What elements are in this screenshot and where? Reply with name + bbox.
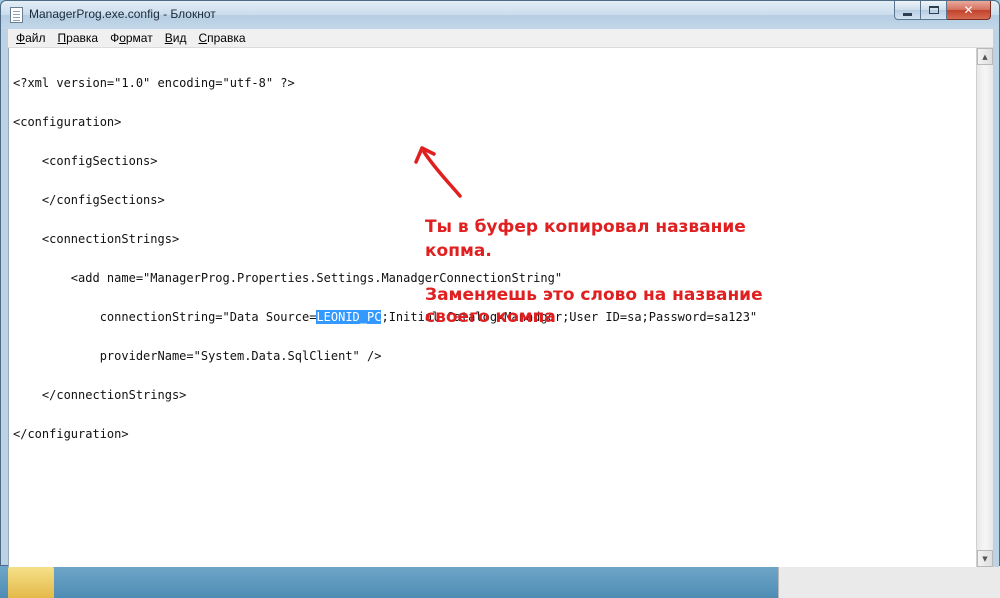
title-bar[interactable]: ManagerProg.exe.config - Блокнот ✕ xyxy=(1,1,999,29)
annotation-arrow xyxy=(414,146,462,198)
selected-text[interactable]: LEONID_PC xyxy=(316,310,382,324)
menu-edit-label: равка xyxy=(66,31,99,45)
menu-view-mnemonic: В xyxy=(164,31,173,45)
annotation-line: копма. xyxy=(425,241,492,261)
code-line: <configuration> xyxy=(13,115,122,129)
code-line: <configSections> xyxy=(13,154,158,168)
background-window[interactable] xyxy=(778,566,1000,598)
desktop-folder-icon[interactable] xyxy=(8,566,54,598)
menu-format-mnemonic: о xyxy=(119,31,126,45)
annotation-line: Заменяешь это слово на название xyxy=(425,285,763,305)
menu-help[interactable]: Справка xyxy=(192,29,251,47)
window-controls: ✕ xyxy=(894,1,991,21)
window-frame xyxy=(993,29,999,567)
menu-view-label: ид xyxy=(172,31,187,45)
menu-format[interactable]: Формат xyxy=(104,29,159,47)
menu-edit[interactable]: Правка xyxy=(52,29,105,47)
menu-help-mnemonic: С xyxy=(198,31,208,45)
maximize-button[interactable] xyxy=(921,1,947,20)
connection-string-prefix: connectionString="Data Source= xyxy=(13,310,317,324)
menu-view[interactable]: Вид xyxy=(159,29,193,47)
vertical-scrollbar[interactable]: ▲ ▼ xyxy=(976,48,993,567)
maximize-icon xyxy=(928,6,939,14)
code-line: <?xml version="1.0" encoding="utf-8" ?> xyxy=(13,76,295,90)
annotation-line: своего компа xyxy=(425,307,556,327)
close-button[interactable]: ✕ xyxy=(947,1,991,20)
scroll-down-icon[interactable]: ▼ xyxy=(977,550,993,567)
code-line-connection-string: connectionString="Data Source=LEONID_PC;… xyxy=(13,310,757,324)
code-line: </configuration> xyxy=(13,427,129,441)
annotation-line: Ты в буфер копировал название xyxy=(425,217,746,237)
minimize-button[interactable] xyxy=(894,1,921,20)
code-line: </configSections> xyxy=(13,193,165,207)
menu-format-label: рмат xyxy=(125,31,153,45)
menu-file-mnemonic: Ф xyxy=(16,31,26,45)
code-line: providerName="System.Data.SqlClient" /> xyxy=(13,349,382,363)
menu-format-pre: Ф xyxy=(110,31,120,45)
window-title: ManagerProg.exe.config - Блокнот xyxy=(29,7,216,21)
code-line: </connectionStrings> xyxy=(13,388,187,402)
minimize-icon xyxy=(903,12,912,16)
menu-file[interactable]: Файл xyxy=(10,29,52,47)
menu-file-label: айл xyxy=(25,31,46,45)
menu-help-label: правка xyxy=(207,31,246,45)
notepad-icon xyxy=(10,7,23,23)
scroll-up-icon[interactable]: ▲ xyxy=(977,48,993,65)
menu-bar: Файл Правка Формат Вид Справка xyxy=(8,29,993,48)
menu-edit-mnemonic: П xyxy=(57,31,67,45)
document-text: <?xml version="1.0" encoding="utf-8" ?> … xyxy=(13,51,757,467)
close-icon: ✕ xyxy=(963,3,974,17)
